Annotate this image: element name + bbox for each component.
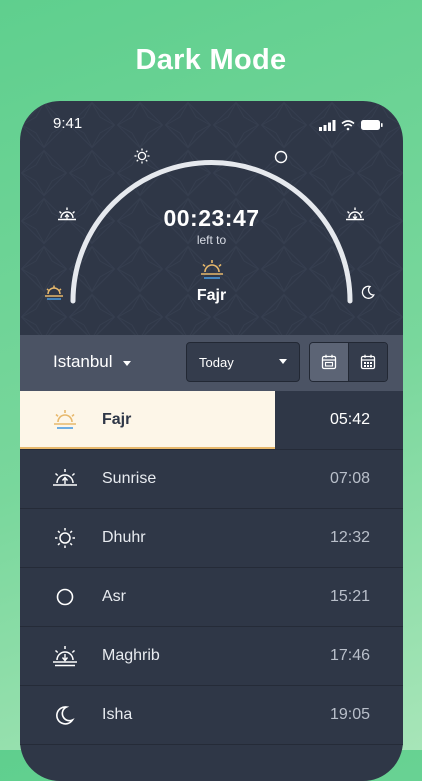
prayer-name: Fajr	[102, 411, 132, 428]
month-view-button[interactable]	[349, 343, 387, 381]
day-view-button[interactable]	[310, 343, 349, 381]
prayer-row-asr[interactable]: Asr 15:21	[20, 568, 403, 627]
range-select[interactable]: Today	[186, 342, 300, 382]
sunrise-icon	[53, 469, 77, 486]
prayer-name: Sunrise	[102, 470, 157, 487]
prayer-row-isha[interactable]: Isha 19:05	[20, 686, 403, 745]
prayer-row-fajr[interactable]: Fajr 05:42	[20, 391, 403, 450]
sunset-icon	[53, 646, 77, 667]
prayer-time: 15:21	[329, 588, 370, 605]
prayer-row-sunrise[interactable]: Sunrise 07:08	[20, 450, 403, 509]
prayer-time: 19:05	[329, 706, 370, 723]
prayer-name: Isha	[102, 706, 133, 723]
countdown-caption: left to	[196, 233, 227, 247]
prayer-name: Dhuhr	[102, 529, 146, 546]
next-prayer-name: Fajr	[196, 287, 227, 304]
month-calendar-icon	[360, 354, 376, 370]
view-toggle	[309, 342, 388, 382]
sun-icon	[55, 528, 75, 548]
phone-screen: 9:41 00:23:47 left to Fajr Istanbul Toda…	[20, 101, 403, 781]
prayer-time: 05:42	[329, 411, 370, 428]
prayer-time: 17:46	[329, 647, 370, 664]
prayer-name: Maghrib	[102, 647, 160, 664]
headline: Dark Mode	[135, 44, 287, 76]
prayer-time: 07:08	[329, 470, 370, 487]
city-label: Istanbul	[53, 352, 113, 371]
prayer-time: 12:32	[329, 529, 370, 546]
next-prayer-icon	[201, 260, 223, 279]
city-selector[interactable]: Istanbul	[53, 352, 131, 372]
sun-icon	[134, 148, 150, 164]
toolbar: Istanbul Today	[20, 335, 403, 391]
countdown-timer: 00:23:47	[163, 205, 260, 231]
circle-icon	[56, 588, 74, 606]
prayer-row-maghrib[interactable]: Maghrib 17:46	[20, 627, 403, 686]
circle-icon	[274, 150, 288, 164]
prayer-name: Asr	[102, 588, 126, 605]
day-calendar-icon	[321, 354, 337, 370]
fajr-icon	[54, 410, 76, 429]
prayer-list: Fajr 05:42 Sunrise 07:08 Dhuhr 12:32 Asr…	[20, 391, 403, 745]
range-select-value: Today	[199, 355, 234, 370]
prayer-row-dhuhr[interactable]: Dhuhr 12:32	[20, 509, 403, 568]
chevron-down-icon	[122, 360, 131, 366]
chevron-down-icon	[279, 359, 287, 364]
moon-icon	[56, 706, 75, 725]
